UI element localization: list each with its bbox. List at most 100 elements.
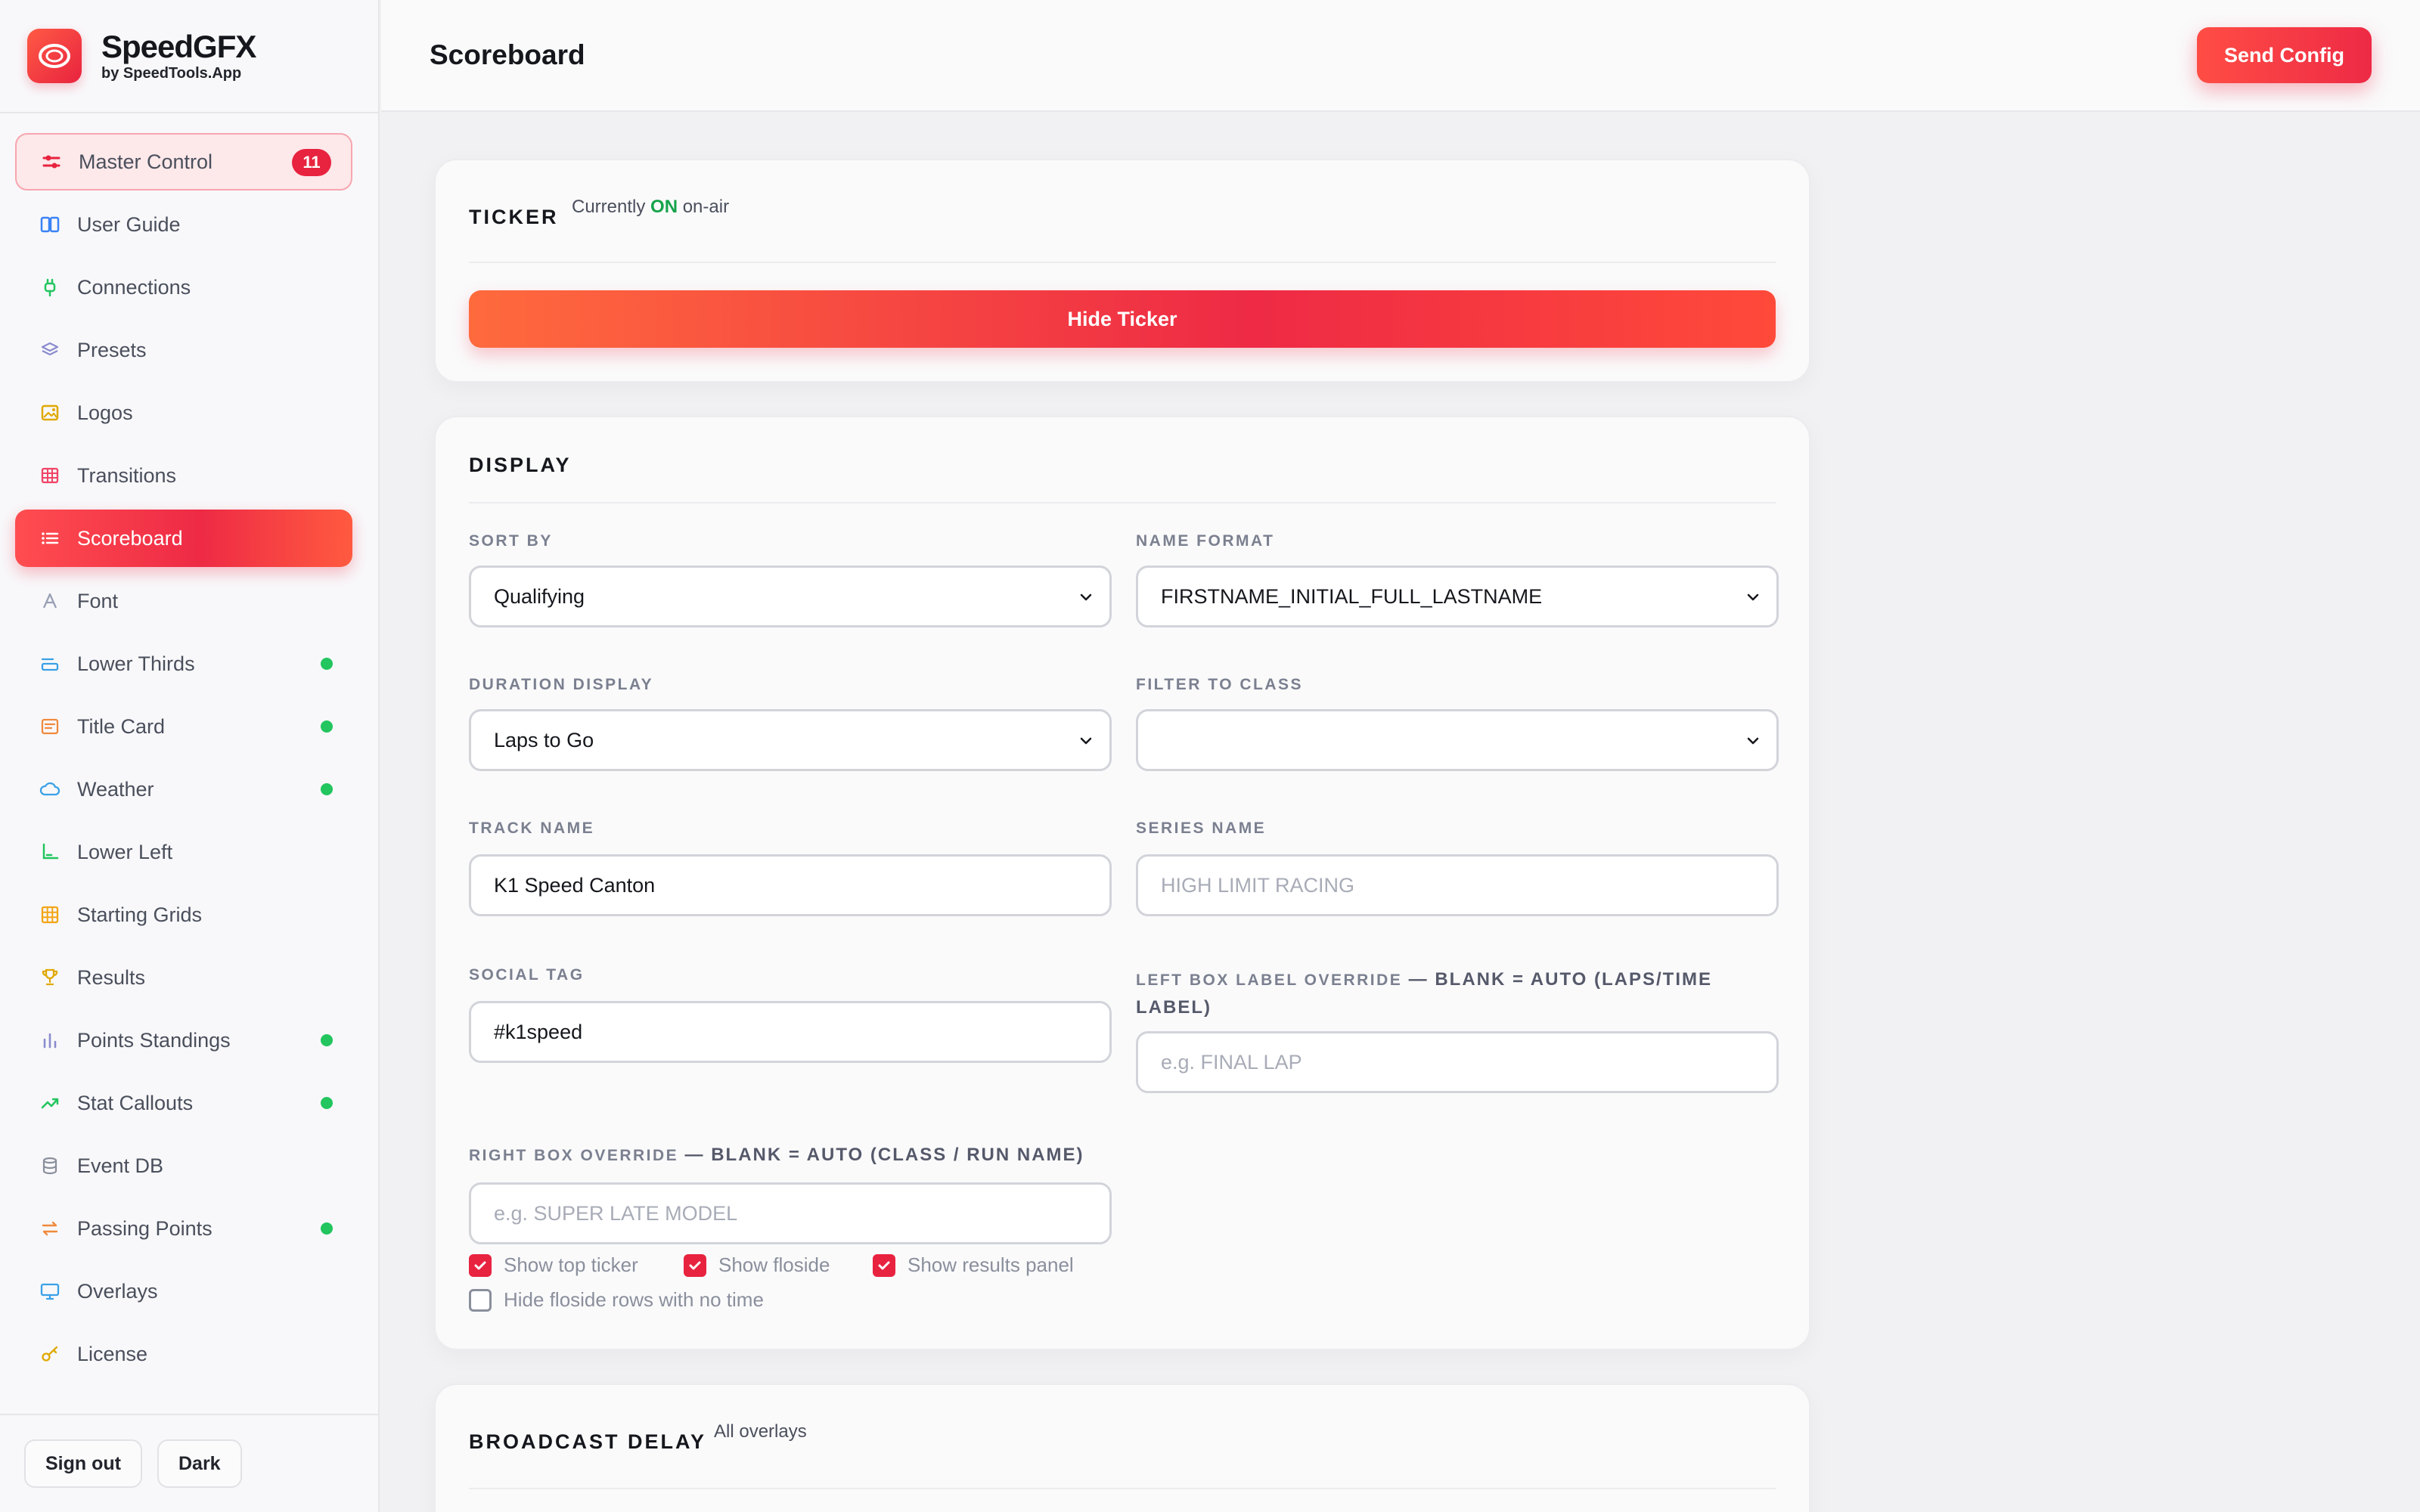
sidebar-item-master-control[interactable]: Master Control 11 (15, 133, 352, 191)
chevron-down-icon (1076, 587, 1096, 607)
sidebar-item-label: Connections (77, 275, 191, 299)
active-dot (321, 658, 333, 670)
social-tag-label: SOCIAL TAG (469, 966, 585, 984)
broadcast-delay-title: BROADCAST DELAY (469, 1430, 707, 1453)
page-title: Scoreboard (430, 39, 585, 70)
sidebar-item-event-db[interactable]: Event DB (15, 1137, 352, 1194)
show-results-panel-checkbox[interactable]: Show results panel (873, 1253, 1074, 1277)
show-top-ticker-checkbox[interactable]: Show top ticker (469, 1253, 638, 1277)
active-dot (321, 1034, 333, 1046)
sidebar-item-label: Master Control (79, 150, 213, 173)
sidebar-item-logos[interactable]: Logos (15, 384, 352, 442)
plug-icon (38, 275, 62, 299)
sidebar-item-label: Points Standings (77, 1028, 231, 1052)
sidebar-item-user-guide[interactable]: User Guide (15, 196, 352, 253)
checkmark-icon (469, 1253, 492, 1277)
list-icon (38, 526, 62, 550)
cloud-icon (38, 777, 62, 801)
sidebar-item-label: Weather (77, 777, 154, 801)
sidebar-item-transitions[interactable]: Transitions (15, 447, 352, 504)
key-icon (38, 1342, 62, 1366)
sidebar-item-license[interactable]: License (15, 1325, 352, 1383)
left-box-label-input[interactable]: e.g. FINAL LAP (1136, 1031, 1779, 1093)
display-title: DISPLAY (469, 454, 572, 476)
send-config-button[interactable]: Send Config (2197, 27, 2372, 83)
track-name-label: TRACK NAME (469, 820, 595, 837)
sign-out-button[interactable]: Sign out (24, 1439, 142, 1488)
sidebar-item-label: Event DB (77, 1154, 164, 1177)
page-header: Scoreboard Send Config (381, 0, 2420, 112)
sort-by-select[interactable]: Qualifying (469, 565, 1112, 627)
bar-chart-icon (38, 1028, 62, 1052)
sidebar-item-overlays[interactable]: Overlays (15, 1263, 352, 1320)
sidebar-item-passing-points[interactable]: Passing Points (15, 1200, 352, 1257)
sidebar-item-label: Scoreboard (77, 526, 183, 550)
sidebar-item-title-card[interactable]: Title Card (15, 698, 352, 755)
track-name-input[interactable]: K1 Speed Canton (469, 854, 1112, 916)
title-card-icon (38, 714, 62, 739)
duration-display-label: DURATION DISPLAY (469, 676, 654, 693)
sidebar-item-label: User Guide (77, 212, 181, 236)
sidebar-item-label: Results (77, 965, 146, 989)
sidebar-item-label: Presets (77, 338, 147, 361)
sidebar-item-font[interactable]: Font (15, 572, 352, 630)
sidebar-item-label: Logos (77, 401, 133, 424)
right-box-label: RIGHT BOX OVERRIDE — BLANK = AUTO (CLASS… (469, 1145, 1084, 1165)
sidebar-item-label: Overlays (77, 1279, 158, 1303)
divider (469, 502, 1776, 503)
speedgfx-logo-icon (27, 29, 82, 83)
on-air-status: ON (650, 197, 678, 217)
sidebar-item-connections[interactable]: Connections (15, 259, 352, 316)
duration-display-select[interactable]: Laps to Go (469, 709, 1112, 771)
name-format-select[interactable]: FIRSTNAME_INITIAL_FULL_LASTNAME (1136, 565, 1779, 627)
right-box-override-input[interactable]: e.g. SUPER LATE MODEL (469, 1182, 1112, 1244)
sidebar-item-weather[interactable]: Weather (15, 761, 352, 818)
sidebar-item-label: License (77, 1342, 148, 1365)
social-tag-input[interactable]: #k1speed (469, 1001, 1112, 1063)
sidebar-item-results[interactable]: Results (15, 949, 352, 1006)
hide-ticker-button[interactable]: Hide Ticker (469, 290, 1776, 348)
sidebar-item-lower-thirds[interactable]: Lower Thirds (15, 635, 352, 692)
active-dot (321, 720, 333, 733)
hide-floside-rows-checkbox[interactable]: Hide floside rows with no time (469, 1288, 764, 1312)
broadcast-delay-sub: All overlays (714, 1421, 807, 1442)
corner-icon (38, 840, 62, 864)
sidebar-item-starting-grids[interactable]: Starting Grids (15, 886, 352, 943)
series-name-input[interactable]: HIGH LIMIT RACING (1136, 854, 1779, 916)
show-floside-checkbox[interactable]: Show floside (684, 1253, 830, 1277)
filter-to-class-label: FILTER TO CLASS (1136, 676, 1304, 693)
sidebar: SpeedGFX by SpeedTools.App Master Contro… (0, 0, 380, 1512)
sidebar-item-label: Lower Thirds (77, 652, 195, 675)
sidebar-item-label: Font (77, 589, 119, 612)
sidebar-item-scoreboard[interactable]: Scoreboard (15, 510, 352, 567)
sidebar-item-presets[interactable]: Presets (15, 321, 352, 379)
trend-icon (38, 1091, 62, 1115)
series-name-label: SERIES NAME (1136, 820, 1267, 837)
active-dot (321, 1222, 333, 1235)
theme-toggle-button[interactable]: Dark (157, 1439, 242, 1488)
empty-checkbox-icon (469, 1288, 492, 1312)
chevron-down-icon (1743, 587, 1763, 607)
active-dot (321, 1097, 333, 1109)
sidebar-item-points-standings[interactable]: Points Standings (15, 1012, 352, 1069)
left-box-label: LEFT BOX LABEL OVERRIDE — BLANK = AUTO (… (1136, 969, 1712, 1018)
lower-thirds-icon (38, 652, 62, 676)
sidebar-item-stat-callouts[interactable]: Stat Callouts (15, 1074, 352, 1132)
filter-to-class-select[interactable] (1136, 709, 1779, 771)
font-icon (38, 589, 62, 613)
starting-grid-icon (38, 903, 62, 927)
checkmark-icon (684, 1253, 706, 1277)
swap-icon (38, 1216, 62, 1241)
monitor-icon (38, 1279, 62, 1303)
sidebar-item-lower-left[interactable]: Lower Left (15, 823, 352, 881)
database-icon (38, 1154, 62, 1178)
broadcast-delay-card: BROADCAST DELAY All overlays (434, 1383, 1810, 1512)
grid-icon (38, 463, 62, 488)
chevron-down-icon (1743, 731, 1763, 751)
ticker-card: TICKER Currently ON on-air Hide Ticker (434, 159, 1810, 383)
name-format-label: NAME FORMAT (1136, 532, 1275, 550)
count-badge: 11 (292, 149, 331, 176)
sidebar-item-label: Title Card (77, 714, 166, 738)
sort-by-label: SORT BY (469, 532, 553, 550)
ticker-title: TICKER (469, 206, 559, 228)
